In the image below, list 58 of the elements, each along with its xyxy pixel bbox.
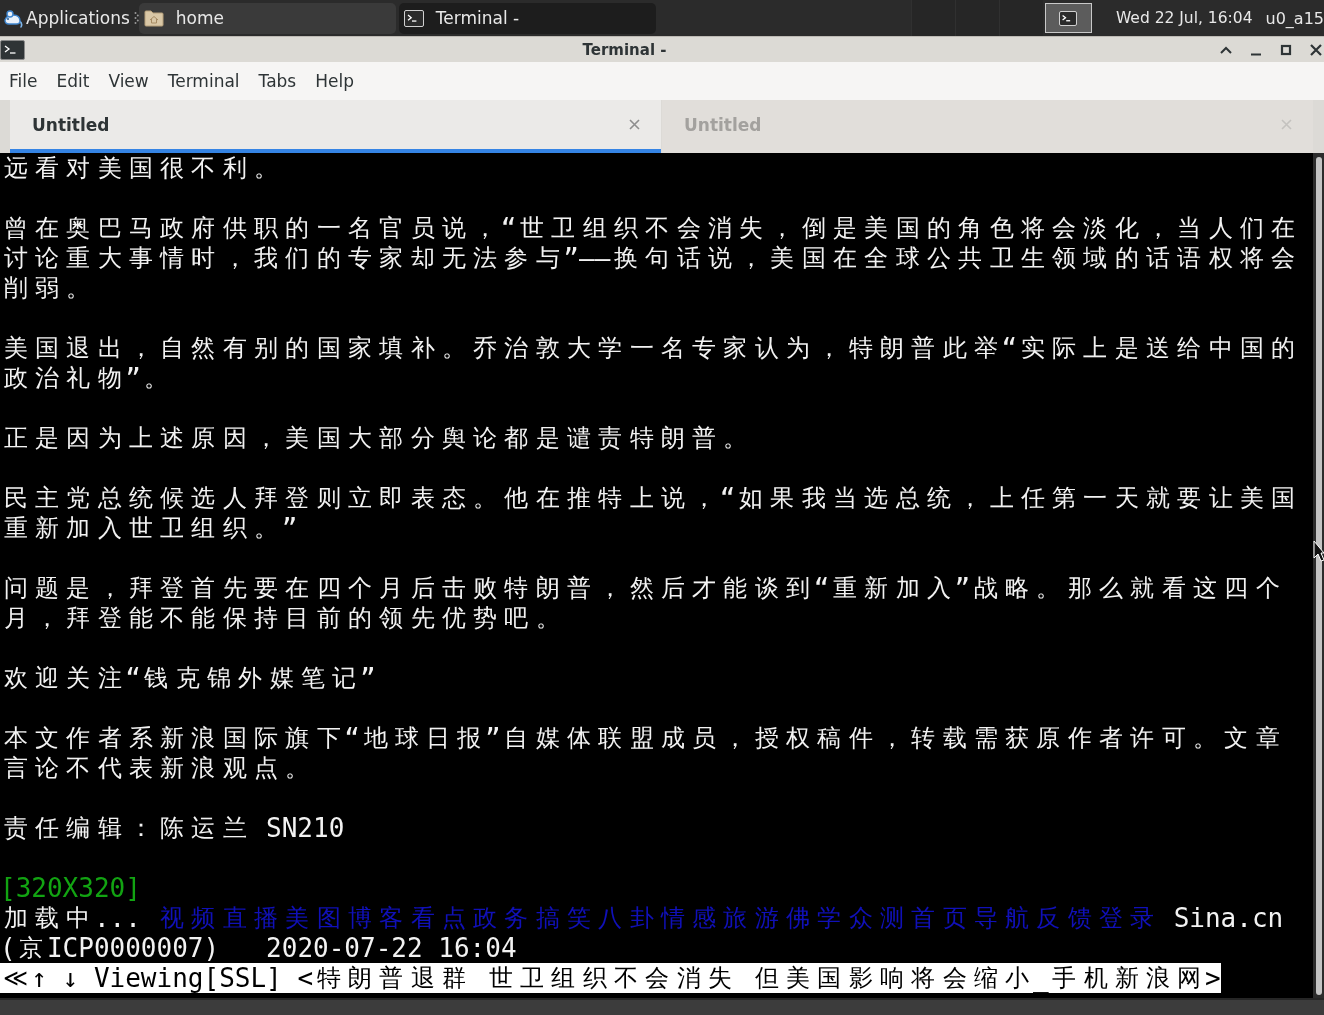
user-name[interactable]: u0_a15 [1265, 8, 1324, 28]
menu-item[interactable]: Help [306, 71, 364, 91]
menu-item[interactable]: Terminal [158, 71, 250, 91]
nav-link[interactable]: 搞笑 [532, 903, 595, 933]
nav-link[interactable]: 视频 [156, 903, 220, 933]
menu-item[interactable]: View [99, 71, 159, 91]
mouse-icon [3, 8, 23, 28]
nav-link[interactable]: 导航 [970, 903, 1033, 933]
menu-item[interactable]: Tabs [249, 71, 307, 91]
nav-link[interactable]: 旅游 [719, 903, 783, 933]
image-size-label: [320X320] [0, 873, 141, 903]
mouse-pointer-icon [1313, 540, 1324, 562]
nav-link[interactable]: 八卦 [594, 903, 658, 933]
nav-link[interactable]: 直播 [219, 903, 282, 933]
terminal-line: 正是因为上述原因，美国大部分舆论都是谴责特朗普。 [2, 423, 749, 453]
drag-handle-icon[interactable] [133, 11, 139, 25]
nav-link[interactable]: 反馈 [1032, 903, 1096, 933]
terminal-line: 曾在奥巴马政府供职的一名官员说，“世卫组织不会消失，倒是美国的角色将会淡化，当人们在 [2, 213, 1297, 243]
terminal-line: 民主党总统候选人拜登则立即表态。他在推特上说，“如果我当选总统，上任第一天就要让美国 [2, 483, 1297, 513]
clock[interactable]: Wed 22 Jul, 16:04 [1115, 9, 1253, 27]
nav-link[interactable]: 美图 [281, 903, 345, 933]
nav-link[interactable]: 政务 [469, 903, 533, 933]
nav-link[interactable]: 佛学 [782, 903, 846, 933]
terminal-line: 言论不代表新浪观点。 [2, 753, 311, 783]
terminal-line: 月，拜登能不能保持目前的领先优势吧。 [2, 603, 561, 633]
applications-menu[interactable]: Applications [0, 0, 130, 36]
terminal-line: 责任编辑：陈运兰 SN210 [2, 813, 345, 843]
terminal-line: 美国退出，自然有别的国家填补。乔治敦大学一名专家认为，特朗普此举“实际上是送给中国的 [2, 333, 1297, 363]
tab[interactable]: Untitled [10, 100, 661, 153]
loading-text: 加载中... [2, 903, 141, 933]
nav-link[interactable]: 登录 [1095, 903, 1158, 933]
taskbar-button[interactable]: home [138, 2, 396, 34]
menu-item[interactable]: File [0, 71, 48, 91]
terminal-icon [1059, 10, 1078, 26]
terminal-line: 削弱。 [2, 273, 92, 303]
nav-link[interactable]: 首页 [907, 903, 971, 933]
terminal-line: 问题是，拜登首先要在四个月后击败特朗普，然后才能谈到“重新加入”战略。那么就看这四个 [2, 573, 1281, 603]
nav-link[interactable]: 情感 [657, 903, 720, 933]
terminal-icon [403, 9, 424, 27]
terminal-line: 重新加入世卫组织。” [2, 513, 298, 543]
terminal-line: 本文作者系新浪国际旗下“地球日报”自媒体联盟成员，授权稿件，转载需获原作者许可。文章 [2, 723, 1281, 753]
terminal-line: 讨论重大事情时，我们的专家却无法参与”——换句话说，美国在全球公共卫生领域的话语权将会 [2, 243, 1297, 273]
folder-icon [143, 8, 164, 28]
maximize-icon[interactable] [1280, 43, 1292, 56]
terminal-icon[interactable] [0, 39, 25, 60]
nav-link[interactable]: 众测 [845, 903, 908, 933]
terminal-line: 政治礼物”。 [2, 363, 170, 393]
tab[interactable]: Untitled [662, 100, 1313, 153]
site-name: Sina.cn [1173, 903, 1284, 933]
menu-item[interactable]: Edit [47, 71, 100, 91]
terminal-line: 欢迎关注“钱克锦外媒笔记” [2, 663, 376, 693]
window-title: Terminal - [581, 40, 668, 59]
taskbar-button[interactable]: Terminal - [398, 2, 656, 34]
terminal-line: 远看对美国很不利。 [2, 153, 279, 183]
nav-link[interactable]: 看点 [406, 903, 470, 933]
close-icon[interactable] [1310, 43, 1322, 56]
scrollbar[interactable] [1313, 153, 1324, 998]
nav-link[interactable]: 博客 [344, 903, 407, 933]
